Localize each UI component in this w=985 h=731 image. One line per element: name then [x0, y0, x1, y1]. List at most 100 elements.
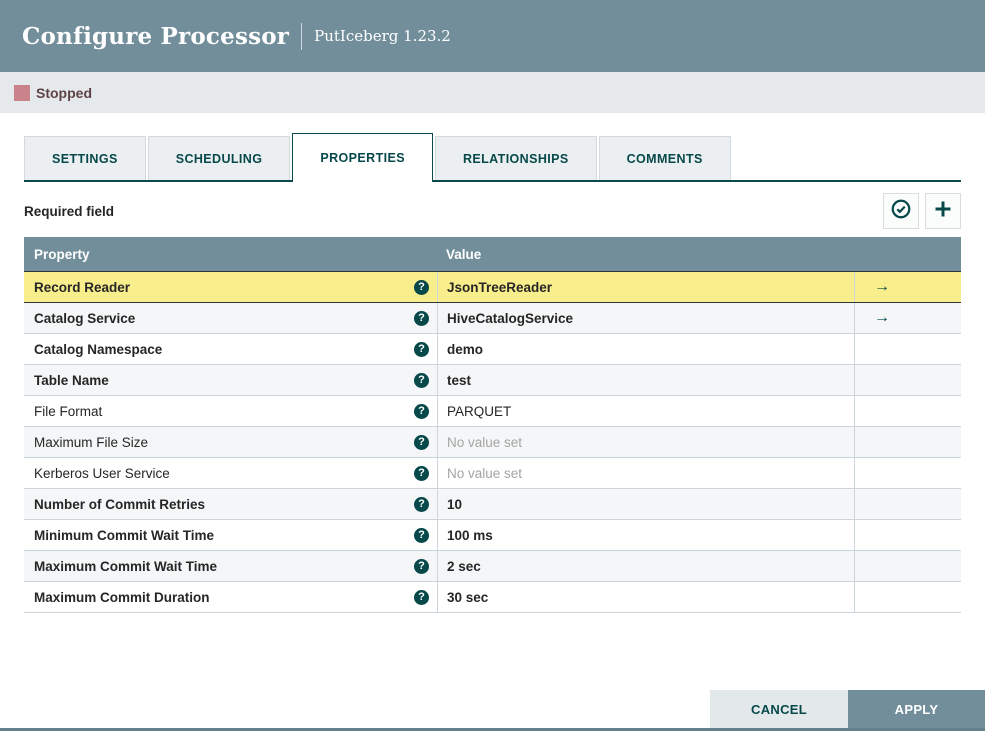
value-text: JsonTreeReader [447, 279, 553, 295]
help-icon[interactable]: ? [414, 558, 429, 574]
help-icon[interactable]: ? [414, 465, 429, 481]
property-column-header: Property [34, 247, 90, 262]
property-cell: Number of Commit Retries ? [24, 489, 437, 519]
value-text: No value set [447, 465, 523, 481]
help-icon[interactable]: ? [414, 372, 429, 388]
status-label: Stopped [36, 84, 92, 101]
help-icon[interactable]: ? [414, 527, 429, 543]
value-text: demo [447, 341, 484, 357]
value-cell[interactable]: PARQUET [437, 396, 854, 426]
property-cell: Maximum Commit Duration ? [24, 582, 437, 612]
dialog-content: SETTINGS SCHEDULING PROPERTIES RELATIONSHIP… [0, 133, 985, 613]
properties-table: Property Value Record Reader ? JsonTreeR… [24, 237, 961, 613]
help-icon[interactable]: ? [414, 496, 429, 512]
value-text: PARQUET [447, 403, 512, 419]
actions-cell: → [854, 272, 961, 302]
property-label: Maximum Commit Duration [34, 589, 210, 605]
value-text: 30 sec [447, 589, 489, 605]
tab-scheduling[interactable]: SCHEDULING [147, 136, 291, 180]
help-icon[interactable]: ? [414, 341, 429, 357]
table-header-row: Property Value [24, 237, 961, 272]
tab-comments[interactable]: COMMENTS [598, 136, 731, 180]
property-cell: Minimum Commit Wait Time ? [24, 520, 437, 550]
property-label: Number of Commit Retries [34, 496, 206, 512]
value-cell[interactable]: 100 ms [437, 520, 854, 550]
property-cell: Maximum File Size ? [24, 427, 437, 457]
value-cell[interactable]: demo [437, 334, 854, 364]
cancel-button[interactable]: CANCEL [710, 690, 848, 728]
table-row[interactable]: Kerberos User Service ? No value set → [24, 458, 961, 489]
status-bar: Stopped [0, 72, 985, 113]
property-cell: File Format ? [24, 396, 437, 426]
actions-cell: → [854, 427, 961, 457]
help-icon[interactable]: ? [414, 589, 429, 605]
verify-properties-button[interactable] [883, 193, 919, 229]
tab-settings[interactable]: SETTINGS [24, 136, 146, 180]
value-cell[interactable]: HiveCatalogService [437, 303, 854, 333]
value-cell[interactable]: 2 sec [437, 551, 854, 581]
tab-properties[interactable]: PROPERTIES [292, 133, 433, 182]
go-to-service-arrow-icon[interactable]: → [874, 278, 890, 296]
required-field-label: Required field [24, 203, 115, 219]
help-icon[interactable]: ? [414, 279, 429, 295]
value-cell[interactable]: No value set [437, 427, 854, 457]
actions-cell: → [854, 334, 961, 364]
value-text: No value set [447, 434, 523, 450]
table-row[interactable]: Maximum Commit Wait Time ? 2 sec → [24, 551, 961, 582]
table-body: Record Reader ? JsonTreeReader → Catalog… [24, 271, 961, 613]
actions-cell: → [854, 365, 961, 395]
actions-cell: → [854, 303, 961, 333]
property-cell: Catalog Service ? [24, 303, 437, 333]
table-row[interactable]: Table Name ? test → [24, 365, 961, 396]
title-divider [301, 22, 303, 50]
help-icon[interactable]: ? [414, 310, 429, 326]
configure-processor-dialog: Configure Processor PutIceberg 1.23.2 St… [0, 0, 985, 731]
add-property-button[interactable] [925, 193, 961, 229]
table-row[interactable]: Number of Commit Retries ? 10 → [24, 489, 961, 520]
table-row[interactable]: Maximum Commit Duration ? 30 sec → [24, 582, 961, 613]
stopped-status-icon [14, 84, 30, 101]
value-text: 2 sec [447, 558, 481, 574]
table-row[interactable]: Catalog Namespace ? demo → [24, 334, 961, 365]
value-cell[interactable]: JsonTreeReader [437, 272, 854, 302]
property-label: Catalog Service [34, 310, 136, 326]
actions-cell: → [854, 582, 961, 612]
dialog-title: Configure Processor [22, 22, 290, 50]
value-text: 10 [447, 496, 463, 512]
help-icon[interactable]: ? [414, 434, 429, 450]
table-row[interactable]: Maximum File Size ? No value set → [24, 427, 961, 458]
apply-button[interactable]: APPLY [848, 690, 985, 728]
value-text: 100 ms [447, 527, 493, 543]
value-cell[interactable]: test [437, 365, 854, 395]
value-cell[interactable]: No value set [437, 458, 854, 488]
processor-name-version: PutIceberg 1.23.2 [314, 27, 451, 45]
property-label: Maximum File Size [34, 434, 149, 450]
property-cell: Record Reader ? [24, 272, 437, 302]
table-row[interactable]: Minimum Commit Wait Time ? 100 ms → [24, 520, 961, 551]
property-cell: Table Name ? [24, 365, 437, 395]
tab-relationships[interactable]: RELATIONSHIPS [434, 136, 597, 180]
dialog-footer: CANCEL APPLY [710, 690, 985, 728]
table-row[interactable]: Record Reader ? JsonTreeReader → [24, 271, 961, 303]
value-cell[interactable]: 10 [437, 489, 854, 519]
go-to-service-arrow-icon[interactable]: → [874, 309, 890, 327]
table-row[interactable]: File Format ? PARQUET → [24, 396, 961, 427]
property-label: Catalog Namespace [34, 341, 163, 357]
property-label: File Format [34, 403, 103, 419]
property-label: Maximum Commit Wait Time [34, 558, 218, 574]
plus-icon [933, 199, 953, 224]
help-icon[interactable]: ? [414, 403, 429, 419]
property-label: Table Name [34, 372, 109, 388]
actions-cell: → [854, 458, 961, 488]
value-text: test [447, 372, 472, 388]
table-row[interactable]: Catalog Service ? HiveCatalogService → [24, 303, 961, 334]
value-cell[interactable]: 30 sec [437, 582, 854, 612]
value-text: HiveCatalogService [447, 310, 574, 326]
property-cell: Kerberos User Service ? [24, 458, 437, 488]
property-label: Minimum Commit Wait Time [34, 527, 215, 543]
check-circle-icon [890, 198, 912, 225]
dialog-header: Configure Processor PutIceberg 1.23.2 [0, 0, 985, 72]
tab-bar: SETTINGS SCHEDULING PROPERTIES RELATIONSHIP… [24, 133, 961, 182]
property-cell: Catalog Namespace ? [24, 334, 437, 364]
actions-cell: → [854, 520, 961, 550]
